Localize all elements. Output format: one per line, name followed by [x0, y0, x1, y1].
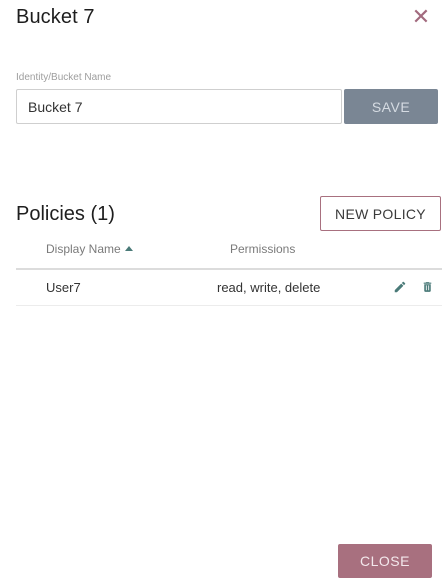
save-button[interactable]: SAVE: [344, 89, 438, 124]
close-button[interactable]: CLOSE: [338, 544, 432, 578]
policy-permissions: read, write, delete: [217, 280, 321, 295]
column-header-permissions: Permissions: [230, 242, 296, 256]
bucket-name-label: Identity/Bucket Name: [16, 72, 112, 83]
close-icon[interactable]: ✕: [410, 6, 432, 28]
pencil-icon[interactable]: [393, 280, 407, 294]
new-policy-button[interactable]: NEW POLICY: [320, 196, 441, 231]
trash-icon[interactable]: [421, 280, 434, 294]
sort-ascending-icon: [124, 246, 133, 251]
policy-display-name: User7: [46, 280, 81, 295]
table-header: Display Name Permissions: [16, 233, 442, 270]
policies-heading: Policies (1): [16, 203, 115, 225]
column-header-label: Display Name: [46, 242, 121, 256]
policies-table: Display Name Permissions User7 read, wri…: [16, 233, 442, 306]
table-row: User7 read, write, delete: [16, 270, 442, 306]
bucket-name-input[interactable]: [16, 89, 342, 124]
dialog-title: Bucket 7: [16, 6, 95, 28]
column-header-display-name[interactable]: Display Name: [46, 242, 133, 256]
